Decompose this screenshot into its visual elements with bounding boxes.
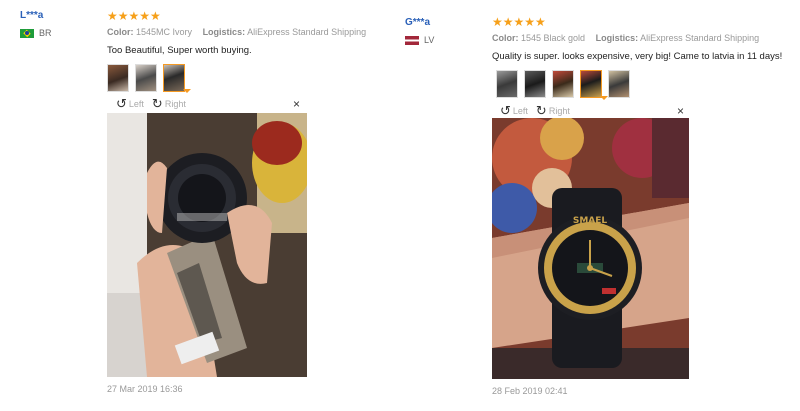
rotate-left-icon: ↺ bbox=[116, 96, 127, 111]
color-value: 1545 Black gold bbox=[521, 33, 586, 43]
image-viewer-toolbar: ↺ Left ↻ Right × bbox=[116, 97, 300, 111]
photo-thumbnail-active[interactable] bbox=[163, 64, 185, 92]
reviewer-info: G***a LV bbox=[405, 17, 434, 45]
rotate-left-label: Left bbox=[512, 106, 528, 116]
review-text: Too Beautiful, Super worth buying. bbox=[107, 45, 252, 56]
image-viewer-toolbar: ↺ Left ↻ Right × bbox=[500, 104, 684, 118]
rotate-left-icon: ↺ bbox=[500, 103, 511, 118]
review-card-1: L***a BR ★★★★★ Color: 1545MC Ivory Logis… bbox=[0, 0, 400, 411]
rotate-right-button[interactable]: ↻ Right bbox=[151, 96, 186, 111]
photo-thumbnail-active[interactable] bbox=[580, 70, 602, 98]
reviewer-info: L***a BR bbox=[20, 10, 52, 38]
review-card-2: G***a LV ★★★★★ Color: 1545 Black gold Lo… bbox=[400, 0, 800, 411]
photo-thumbnail[interactable] bbox=[135, 64, 157, 92]
reviewer-country: BR bbox=[20, 28, 52, 38]
rotate-left-button[interactable]: ↺ Left bbox=[500, 103, 528, 118]
star-rating: ★★★★★ bbox=[107, 9, 161, 23]
review-date: 28 Feb 2019 02:41 bbox=[492, 386, 568, 396]
rotate-right-label: Right bbox=[548, 106, 570, 116]
svg-text:SMAEL: SMAEL bbox=[573, 216, 608, 226]
rotate-right-icon: ↻ bbox=[151, 96, 163, 111]
logistics-label: Logistics: bbox=[202, 27, 246, 37]
photo-thumbnail[interactable] bbox=[107, 64, 129, 92]
country-code: BR bbox=[39, 28, 52, 38]
rotate-right-label: Right bbox=[164, 99, 186, 109]
photo-thumbnail[interactable] bbox=[496, 70, 518, 98]
rotate-right-icon: ↻ bbox=[535, 103, 547, 118]
color-label: Color: bbox=[492, 33, 519, 43]
photo-thumbnails bbox=[496, 70, 782, 98]
rotate-left-label: Left bbox=[128, 99, 144, 109]
reviewer-name: L***a bbox=[20, 10, 44, 21]
country-code: LV bbox=[424, 35, 435, 45]
photo-thumbnail[interactable] bbox=[552, 70, 574, 98]
close-icon[interactable]: × bbox=[677, 104, 684, 118]
logistics-value: AliExpress Standard Shipping bbox=[247, 27, 367, 37]
color-value: 1545MC Ivory bbox=[136, 27, 193, 37]
star-rating: ★★★★★ bbox=[492, 15, 546, 29]
logistics-value: AliExpress Standard Shipping bbox=[640, 33, 760, 43]
photo-thumbnail[interactable] bbox=[608, 70, 630, 98]
color-label: Color: bbox=[107, 27, 134, 37]
enlarged-review-photo bbox=[107, 113, 307, 377]
flag-lv-icon bbox=[405, 35, 419, 45]
photo-thumbnail[interactable] bbox=[524, 70, 546, 98]
watch-photo-illustration: SMAEL bbox=[492, 118, 689, 379]
watch-photo-illustration bbox=[107, 113, 307, 377]
close-icon[interactable]: × bbox=[293, 97, 300, 111]
rotate-right-button[interactable]: ↻ Right bbox=[535, 103, 570, 118]
enlarged-review-photo: SMAEL bbox=[492, 118, 689, 379]
review-content: ★★★★★ Color: 1545 Black gold Logistics: … bbox=[492, 16, 782, 98]
review-meta: Color: 1545MC Ivory Logistics: AliExpres… bbox=[107, 27, 374, 37]
review-content: ★★★★★ Color: 1545MC Ivory Logistics: Ali… bbox=[107, 10, 374, 92]
review-text: Quality is super. looks expensive, very … bbox=[492, 51, 783, 62]
reviewer-name: G***a bbox=[405, 17, 431, 28]
logistics-label: Logistics: bbox=[595, 33, 639, 43]
active-thumb-caret bbox=[183, 89, 191, 93]
review-meta: Color: 1545 Black gold Logistics: AliExp… bbox=[492, 33, 782, 43]
flag-br-icon bbox=[20, 28, 34, 38]
photo-thumbnails bbox=[107, 64, 374, 92]
review-date: 27 Mar 2019 16:36 bbox=[107, 384, 183, 394]
active-thumb-caret bbox=[600, 96, 608, 100]
rotate-left-button[interactable]: ↺ Left bbox=[116, 96, 144, 111]
reviewer-country: LV bbox=[405, 35, 434, 45]
